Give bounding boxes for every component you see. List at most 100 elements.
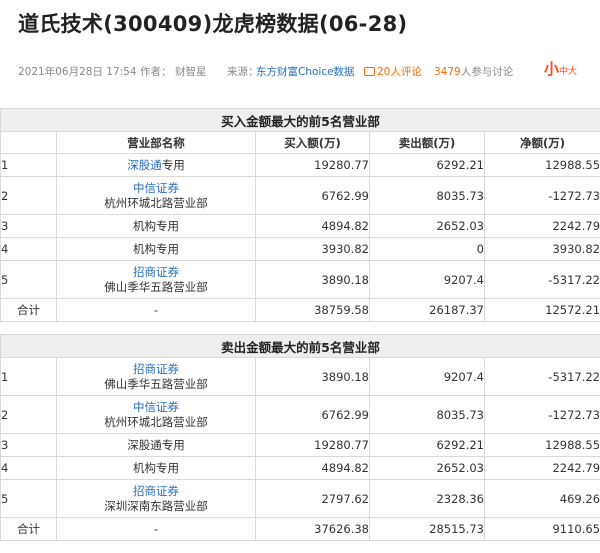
sell-amount: 8035.73	[369, 176, 485, 215]
dept-name: -	[56, 298, 256, 322]
logo-main: 小	[544, 60, 560, 78]
dept-name: 杭州环城北路营业部	[104, 414, 208, 429]
buy-amount: 19280.77	[255, 433, 370, 457]
sell-amount: 26187.37	[369, 298, 485, 322]
net-amount: 469.26	[483, 479, 600, 518]
buy-amount: 3890.18	[255, 260, 370, 299]
dept-name: 杭州环城北路营业部	[104, 195, 208, 210]
total-row: 合计 - 37626.38 28515.73 9110.65	[0, 517, 600, 541]
firm-link[interactable]: 中信证券	[58, 400, 255, 415]
site-logo[interactable]: 小中大	[544, 58, 577, 79]
firm-link[interactable]: 招商证券	[58, 362, 255, 377]
net-amount: -5317.22	[483, 357, 600, 396]
dept-cell: 招商证券 佛山季华五路营业部	[56, 260, 256, 299]
buy-table-caption: 买入金额最大的前5名营业部	[0, 108, 600, 132]
buy-amount: 6762.99	[255, 176, 370, 215]
buy-amount: 19280.77	[255, 153, 370, 177]
total-label: 合计	[0, 298, 57, 322]
dept-name: 专用	[161, 157, 185, 172]
source-link[interactable]: 东方财富Choice数据	[256, 64, 355, 79]
sell-amount: 8035.73	[369, 395, 485, 434]
total-label: 合计	[0, 517, 57, 541]
comments-count: 20人评论	[377, 66, 422, 78]
rank: 4	[0, 456, 57, 480]
table-row: 5 招商证券 深圳深南东路营业部 2797.62 2328.36 469.26	[0, 479, 600, 518]
comments-link[interactable]: 20人评论	[364, 64, 422, 79]
sell-amount: 0	[369, 237, 485, 261]
buy-amount: 4894.82	[255, 214, 370, 238]
table-row: 3 机构专用 4894.82 2652.03 2242.79	[0, 214, 600, 238]
firm-link[interactable]: 招商证券	[58, 484, 255, 499]
buy-amount: 3930.82	[255, 237, 370, 261]
participants-count: 3479	[434, 66, 461, 78]
dept-cell: 中信证券 杭州环城北路营业部	[56, 176, 256, 215]
table-row: 2 中信证券 杭州环城北路营业部 6762.99 8035.73 -1272.73	[0, 395, 600, 434]
table-row: 2 中信证券 杭州环城北路营业部 6762.99 8035.73 -1272.73	[0, 176, 600, 215]
table-row: 4 机构专用 3930.82 0 3930.82	[0, 237, 600, 261]
dept-cell: 深股通专用	[56, 153, 256, 177]
net-amount: 2242.79	[483, 214, 600, 238]
dept-name: 佛山季华五路营业部	[104, 376, 208, 391]
table-row: 1 招商证券 佛山季华五路营业部 3890.18 9207.4 -5317.22	[0, 357, 600, 396]
participants-label: 人参与讨论	[460, 66, 514, 78]
dept-link[interactable]: 深股通	[127, 158, 162, 172]
dept-cell: 中信证券 杭州环城北路营业部	[56, 395, 256, 434]
author-link[interactable]: 财智星	[175, 64, 207, 79]
dept-cell: 招商证券 深圳深南东路营业部	[56, 479, 256, 518]
net-amount: -1272.73	[483, 176, 600, 215]
header-rank	[0, 131, 57, 154]
sell-table-caption: 卖出金额最大的前5名营业部	[0, 334, 600, 358]
publish-date: 2021年06月28日 17:54	[18, 66, 137, 78]
net-amount: 9110.65	[483, 517, 600, 541]
dept-name: 深圳深南东路营业部	[104, 498, 208, 513]
buy-table-header: 营业部名称 买入额(万) 卖出额(万) 净额(万)	[0, 131, 600, 154]
rank: 1	[0, 357, 57, 396]
buy-amount: 38759.58	[255, 298, 370, 322]
buy-amount: 6762.99	[255, 395, 370, 434]
sell-amount: 6292.21	[369, 153, 485, 177]
participants: 3479人参与讨论	[434, 64, 513, 79]
rank: 5	[0, 479, 57, 518]
net-amount: -5317.22	[483, 260, 600, 299]
firm-link[interactable]: 中信证券	[58, 181, 255, 196]
rank: 4	[0, 237, 57, 261]
total-row: 合计 - 38759.58 26187.37 12572.21	[0, 298, 600, 322]
rank: 5	[0, 260, 57, 299]
author-label: 作者：	[140, 66, 172, 78]
dept-cell: 招商证券 佛山季华五路营业部	[56, 357, 256, 396]
dept-name: 深股通专用	[56, 433, 256, 457]
sell-amount: 2652.03	[369, 456, 485, 480]
rank: 2	[0, 176, 57, 215]
sell-amount: 2328.36	[369, 479, 485, 518]
header-buy: 买入额(万)	[255, 131, 370, 154]
table-row: 1 深股通专用 19280.77 6292.21 12988.55	[0, 153, 600, 177]
net-amount: 12988.55	[483, 153, 600, 177]
net-amount: 2242.79	[483, 456, 600, 480]
net-amount: -1272.73	[483, 395, 600, 434]
sell-amount: 9207.4	[369, 260, 485, 299]
comment-icon	[364, 67, 375, 76]
sell-amount: 9207.4	[369, 357, 485, 396]
article-meta: 2021年06月28日 17:54 作者： 财智星 来源： 东方财富Choice…	[18, 64, 588, 80]
buy-amount: 2797.62	[255, 479, 370, 518]
header-sell: 卖出额(万)	[369, 131, 485, 154]
table-row: 5 招商证券 佛山季华五路营业部 3890.18 9207.4 -5317.22	[0, 260, 600, 299]
article-title: 道氏技术(300409)龙虎榜数据(06-28)	[18, 12, 408, 36]
buy-amount: 4894.82	[255, 456, 370, 480]
logo-sub: 中大	[559, 67, 578, 77]
header-dept: 营业部名称	[56, 131, 256, 154]
buy-top5-table: 买入金额最大的前5名营业部 营业部名称 买入额(万) 卖出额(万) 净额(万) …	[0, 108, 600, 322]
firm-link[interactable]: 招商证券	[58, 265, 255, 280]
rank: 3	[0, 433, 57, 457]
dept-name: 佛山季华五路营业部	[104, 279, 208, 294]
net-amount: 12572.21	[483, 298, 600, 322]
dept-name: 机构专用	[56, 237, 256, 261]
source-label: 来源：	[227, 66, 259, 78]
net-amount: 12988.55	[483, 433, 600, 457]
sell-top5-table: 卖出金额最大的前5名营业部 1 招商证券 佛山季华五路营业部 3890.18 92…	[0, 334, 600, 541]
sell-amount: 28515.73	[369, 517, 485, 541]
dept-name: 机构专用	[56, 214, 256, 238]
sell-amount: 2652.03	[369, 214, 485, 238]
buy-amount: 37626.38	[255, 517, 370, 541]
table-row: 4 机构专用 4894.82 2652.03 2242.79	[0, 456, 600, 480]
